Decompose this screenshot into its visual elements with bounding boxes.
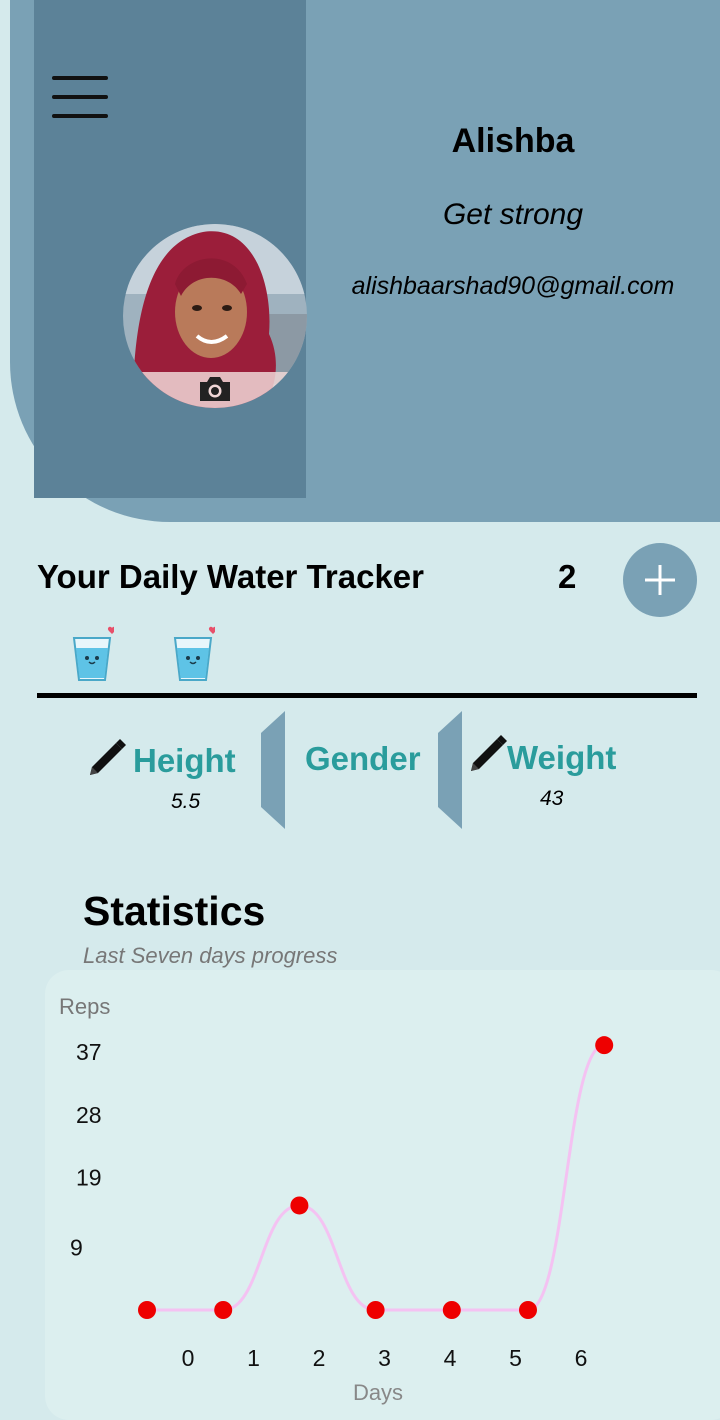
profile-email: alishbaarshad90@gmail.com xyxy=(351,272,675,300)
plus-icon xyxy=(645,565,675,595)
height-label[interactable]: Height xyxy=(133,742,236,780)
avatar[interactable] xyxy=(123,224,307,408)
water-tracker-title: Your Daily Water Tracker xyxy=(37,558,424,595)
weight-value: 43 xyxy=(540,787,564,810)
hamburger-menu-icon[interactable] xyxy=(52,76,108,118)
weight-label[interactable]: Weight xyxy=(507,739,616,777)
water-glass-icon xyxy=(173,626,215,681)
separator xyxy=(261,711,285,829)
pencil-icon[interactable] xyxy=(467,733,509,775)
water-glass-icon xyxy=(72,626,114,681)
height-value: 5.5 xyxy=(171,790,201,813)
separator xyxy=(438,711,462,829)
add-water-button[interactable] xyxy=(623,543,697,617)
statistics-title: Statistics xyxy=(83,888,266,934)
statistics-subtitle: Last Seven days progress xyxy=(83,943,338,968)
pencil-icon[interactable] xyxy=(86,737,128,779)
chart-card xyxy=(45,970,720,1420)
gender-label[interactable]: Gender xyxy=(305,740,421,778)
water-count: 2 xyxy=(558,558,577,595)
camera-icon[interactable] xyxy=(197,374,233,404)
profile-name: Alishba xyxy=(451,122,575,160)
divider xyxy=(37,693,697,698)
profile-goal: Get strong xyxy=(442,198,584,231)
